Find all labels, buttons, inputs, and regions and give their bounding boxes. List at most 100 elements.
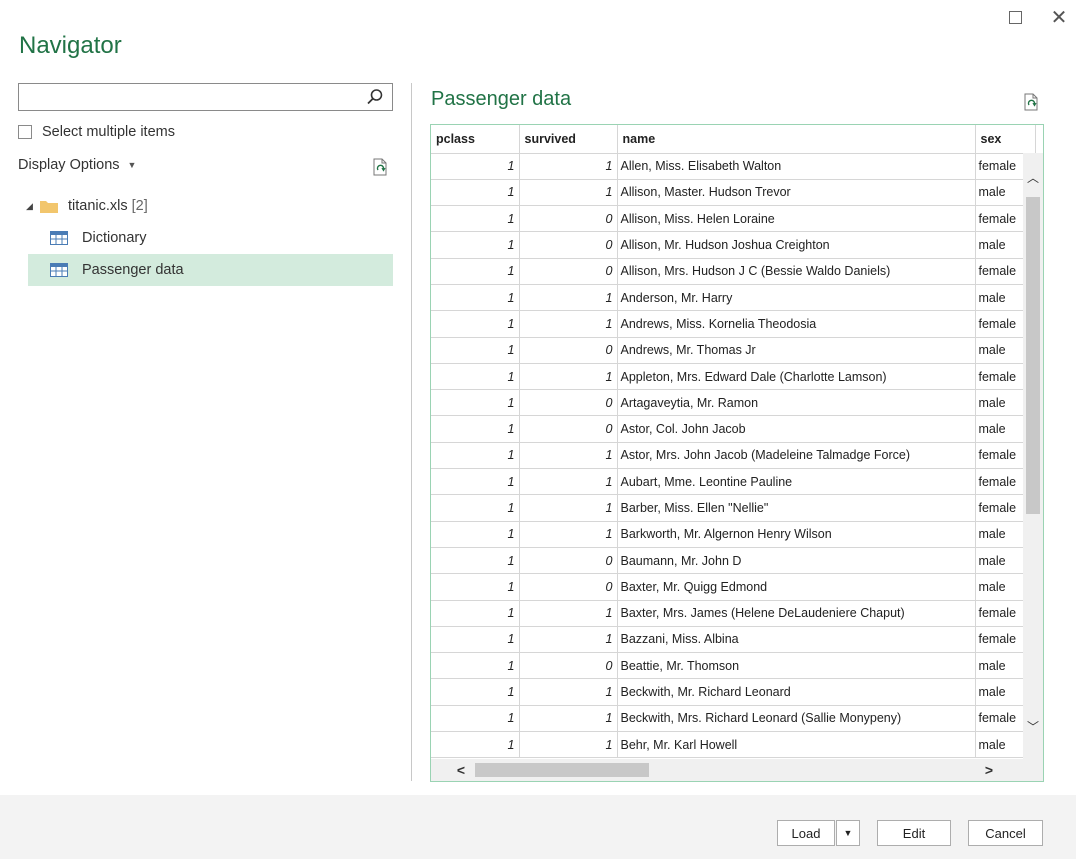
cell-pclass: 1 [431, 310, 520, 338]
panel-divider[interactable] [411, 83, 412, 781]
table-body: 1 1 Allen, Miss. Elisabeth Walton female 1 1 A… [431, 153, 1036, 759]
column-header-survived[interactable]: survived [519, 125, 618, 154]
cell-pclass: 1 [431, 626, 520, 654]
collapse-arrow-icon[interactable]: ◢ [26, 201, 40, 212]
cell-name: Allison, Master. Hudson Trevor [617, 179, 976, 207]
tree-item-count: [2] [131, 198, 148, 214]
cell-survived: 1 [519, 153, 618, 180]
load-button[interactable]: Load [777, 820, 835, 846]
cell-pclass: 1 [431, 363, 520, 391]
cell-survived: 0 [519, 337, 618, 364]
cell-survived: 0 [519, 573, 618, 601]
cell-pclass: 1 [431, 600, 520, 627]
cell-name: Anderson, Mr. Harry [617, 284, 976, 312]
display-options-dropdown[interactable]: Display Options ▼ [18, 157, 136, 173]
cell-survived: 1 [519, 284, 618, 312]
table-header-row: pclass survived name sex [431, 125, 1036, 154]
load-dropdown-button[interactable]: ▼ [836, 820, 860, 846]
scroll-up-icon[interactable]: ︿ [1023, 167, 1043, 187]
table-row: 1 0 Allison, Miss. Helen Loraine female [431, 205, 1036, 233]
table-row: 1 0 Andrews, Mr. Thomas Jr male [431, 337, 1036, 364]
table-row: 1 1 Allison, Master. Hudson Trevor male [431, 179, 1036, 207]
table-icon [50, 231, 68, 245]
vertical-scroll-thumb[interactable] [1026, 197, 1040, 514]
cell-survived: 1 [519, 310, 618, 338]
caret-down-icon: ▼ [127, 160, 137, 170]
refresh-icon[interactable] [370, 157, 390, 177]
navigator-tree: ◢ titanic.xls [2] Dictionary Passenger d… [26, 190, 393, 286]
table-row: 1 0 Allison, Mrs. Hudson J C (Bessie Waldo… [431, 258, 1036, 285]
cell-name: Allison, Mr. Hudson Joshua Creighton [617, 231, 976, 259]
table-row: 1 1 Behr, Mr. Karl Howell male [431, 731, 1036, 759]
tree-item-dictionary[interactable]: Dictionary [28, 222, 393, 254]
cell-survived: 1 [519, 468, 618, 496]
cell-pclass: 1 [431, 652, 520, 680]
select-multiple-checkbox[interactable] [18, 125, 32, 139]
cell-name: Astor, Mrs. John Jacob (Madeleine Talmad… [617, 442, 976, 470]
column-header-name[interactable]: name [617, 125, 976, 154]
table-row: 1 1 Aubart, Mme. Leontine Pauline female [431, 468, 1036, 496]
cell-pclass: 1 [431, 205, 520, 233]
cell-name: Appleton, Mrs. Edward Dale (Charlotte La… [617, 363, 976, 391]
search-input[interactable] [19, 84, 359, 110]
cancel-button[interactable]: Cancel [968, 820, 1043, 846]
table-row: 1 0 Baumann, Mr. John Dmale [431, 547, 1036, 575]
dialog-title: Navigator [19, 32, 122, 59]
refresh-preview-icon[interactable] [1021, 92, 1041, 112]
preview-title: Passenger data [431, 88, 572, 110]
cell-pclass: 1 [431, 231, 520, 259]
cell-name: Aubart, Mme. Leontine Pauline [617, 468, 976, 496]
cell-name: Barber, Miss. Ellen "Nellie" [617, 494, 976, 522]
cell-name: Barkworth, Mr. Algernon Henry Wilson [617, 521, 976, 548]
cell-survived: 0 [519, 258, 618, 285]
horizontal-scrollbar[interactable]: < > [431, 759, 1043, 781]
cell-survived: 1 [519, 363, 618, 391]
cell-pclass: 1 [431, 389, 520, 417]
cell-pclass: 1 [431, 705, 520, 733]
cell-name: Behr, Mr. Karl Howell [617, 731, 976, 759]
table-row: 1 0 Artagaveytia, Mr. Ramon male [431, 389, 1036, 417]
cell-name: Astor, Col. John Jacob [617, 415, 976, 443]
scroll-right-icon[interactable]: > [977, 759, 1001, 781]
vertical-scrollbar[interactable]: ︿ ﹀ [1023, 153, 1043, 760]
cell-name: Baxter, Mrs. James (Helene DeLaudeniere … [617, 600, 976, 627]
cell-survived: 1 [519, 521, 618, 548]
table-row: 1 1 Beckwith, Mrs. Richard Leonard (Sallie… [431, 705, 1036, 733]
cell-name: Artagaveytia, Mr. Ramon [617, 389, 976, 417]
horizontal-scroll-thumb[interactable] [475, 763, 649, 777]
table-row: 1 0 Baxter, Mr. Quigg Edmond male [431, 573, 1036, 601]
table-row: 1 1 Baxter, Mrs. James (Helene DeLaudenier… [431, 600, 1036, 627]
cell-survived: 1 [519, 494, 618, 522]
tree-item-titanic-xls[interactable]: ◢ titanic.xls [2] [26, 190, 393, 222]
table-row: 1 0 Allison, Mr. Hudson Joshua Creighton ma… [431, 231, 1036, 259]
select-multiple-label: Select multiple items [42, 124, 175, 140]
preview-grid[interactable]: pclass survived name sex 1 1 Allen, Miss. … [430, 124, 1044, 782]
edit-button[interactable]: Edit [877, 820, 951, 846]
search-box[interactable] [18, 83, 393, 111]
scroll-down-icon[interactable]: ﹀ [1023, 716, 1043, 736]
cell-pclass: 1 [431, 179, 520, 207]
table-icon [50, 263, 68, 277]
table-row: 1 0 Beattie, Mr. Thomson male [431, 652, 1036, 680]
column-header-pclass[interactable]: pclass [431, 125, 520, 154]
cell-survived: 0 [519, 415, 618, 443]
cell-survived: 1 [519, 678, 618, 706]
select-multiple-items[interactable]: Select multiple items [18, 124, 175, 140]
search-icon[interactable] [366, 88, 384, 106]
cell-name: Allison, Miss. Helen Loraine [617, 205, 976, 233]
display-options-label: Display Options [18, 157, 120, 173]
chevron-down-icon: ▼ [843, 828, 853, 838]
cell-survived: 0 [519, 205, 618, 233]
maximize-button[interactable] [1004, 6, 1026, 28]
tree-item-label: Passenger data [82, 262, 184, 278]
data-table: pclass survived name sex 1 1 Allen, Miss. … [431, 125, 1036, 759]
cell-pclass: 1 [431, 678, 520, 706]
tree-item-passenger-data[interactable]: Passenger data [28, 254, 393, 286]
table-row: 1 1 Beckwith, Mr. Richard Leonard male [431, 678, 1036, 706]
table-row: 1 1 Barber, Miss. Ellen "Nellie" female [431, 494, 1036, 522]
cell-pclass: 1 [431, 468, 520, 496]
close-button[interactable]: ✕ [1048, 6, 1070, 28]
cell-survived: 1 [519, 600, 618, 627]
scroll-left-icon[interactable]: < [449, 759, 473, 781]
column-header-sex[interactable]: sex [975, 125, 1036, 154]
